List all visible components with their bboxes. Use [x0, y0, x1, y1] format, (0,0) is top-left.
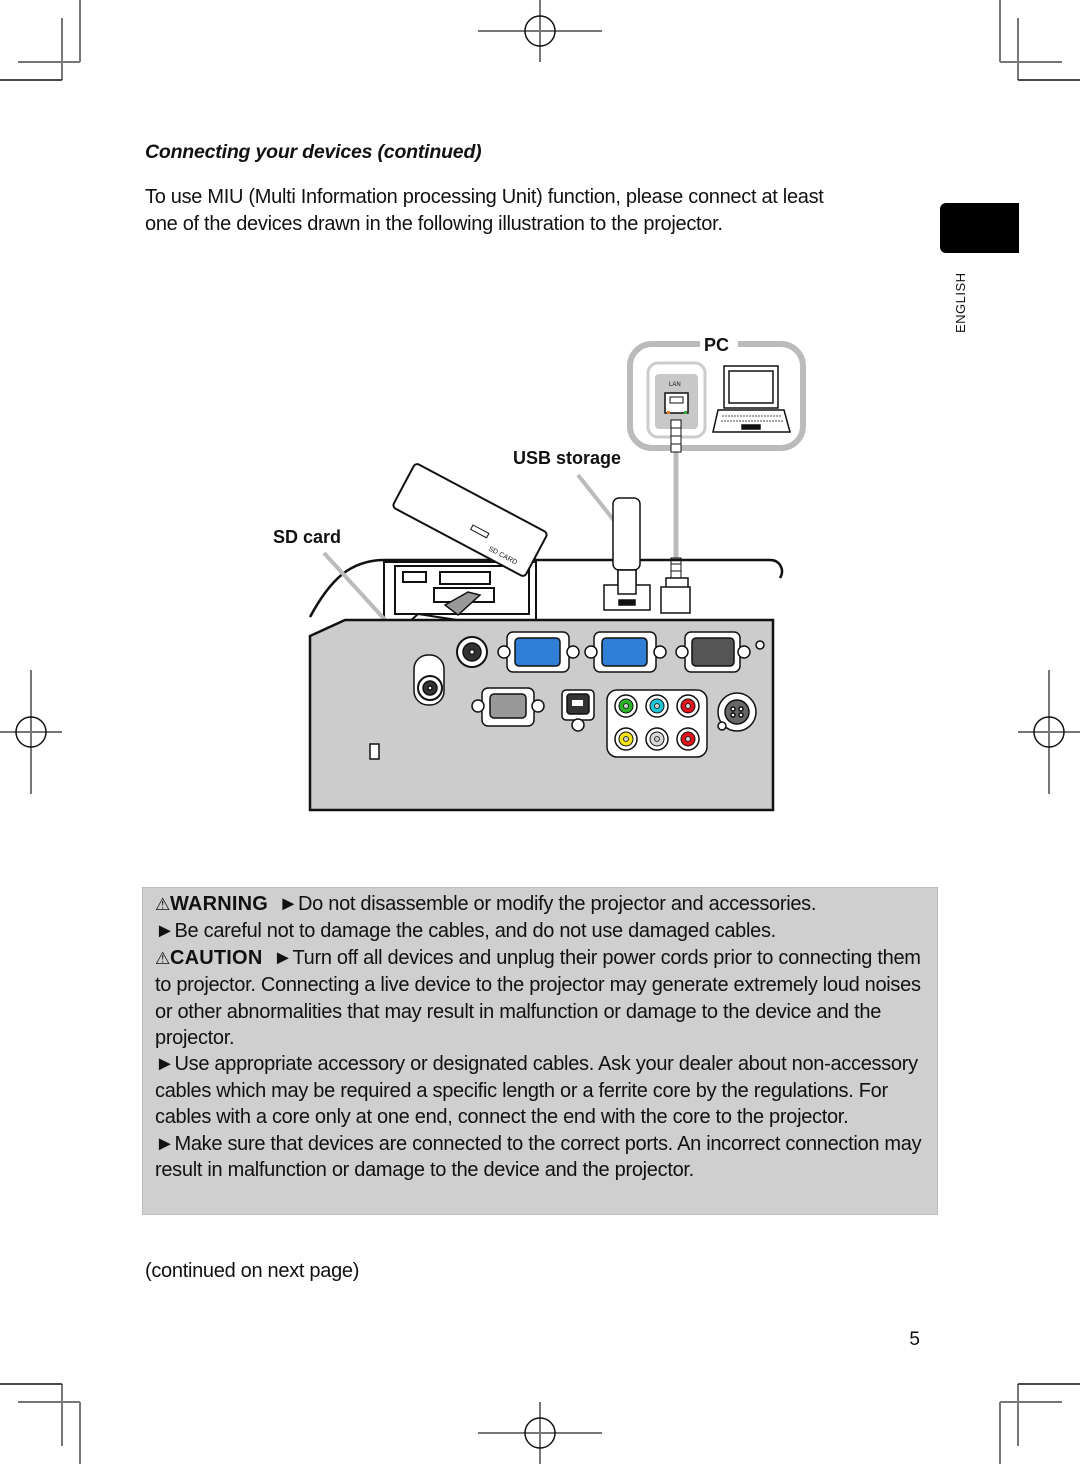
warning-item: ►Do not disassemble or modify the projec… — [278, 893, 817, 915]
lan-jack — [660, 586, 691, 614]
vga-in-2-connector — [584, 631, 667, 673]
caution-item: ►Use appropriate accessory or designated… — [155, 1053, 918, 1129]
rca-audio-r-jack-pin — [685, 736, 691, 742]
caution-triangle-icon: ⚠ — [155, 948, 170, 968]
lan-label: LAN — [669, 382, 681, 388]
sd-card-label: SD card — [273, 527, 342, 547]
rca-audio-l-jack-pin — [654, 736, 660, 742]
continued-note: (continued on next page) — [145, 1260, 360, 1282]
usb-storage-label: USB storage — [513, 448, 622, 468]
caution-item: ►Turn off all devices and unplug their p… — [155, 946, 921, 1050]
caution-line: ⚠CAUTION ►Turn off all devices and unplu… — [155, 945, 935, 1052]
warning-text: ⚠WARNING ►Do not disassemble or modify t… — [155, 891, 935, 1183]
rs232-connector — [471, 687, 545, 727]
vga-in-1-connector — [497, 631, 580, 673]
rca-y-jack-pin — [623, 703, 629, 709]
laptop-icon — [712, 365, 791, 433]
caution-item: ►Make sure that devices are connected to… — [155, 1132, 922, 1182]
pc-label: PC — [704, 335, 730, 355]
warning-label: WARNING — [169, 893, 269, 915]
pc-group — [627, 336, 806, 614]
screw-hole — [755, 640, 765, 650]
warning-triangle-icon: ⚠ — [155, 895, 170, 914]
rca-cb-jack-pin — [654, 703, 660, 709]
s-video-port — [717, 692, 757, 732]
security-slot — [369, 743, 380, 760]
monitor-out-connector — [675, 631, 751, 673]
projector-top-outline — [308, 558, 784, 618]
caution-label: CAUTION — [169, 946, 263, 969]
warning-line: ⚠WARNING ►Do not disassemble or modify t… — [155, 891, 935, 918]
page-number: 5 — [909, 1329, 920, 1350]
usb-storage-icon — [576, 473, 651, 611]
rca-video-jack-pin — [623, 736, 629, 742]
connection-diagram: SD CARD — [308, 336, 806, 812]
rca-cr-jack-pin — [685, 703, 691, 709]
warning-item: ►Be careful not to damage the cables, an… — [155, 920, 776, 943]
